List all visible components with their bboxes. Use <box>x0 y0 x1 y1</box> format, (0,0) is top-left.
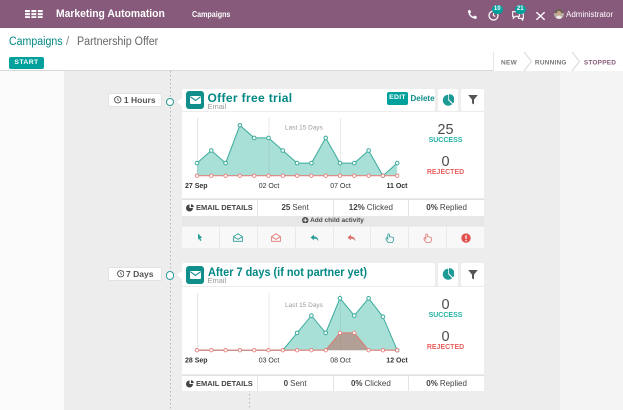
svg-text:28 Sep: 28 Sep <box>185 357 208 364</box>
svg-text:12 Oct: 12 Oct <box>386 357 408 364</box>
svg-text:STOPPED: STOPPED <box>584 60 616 67</box>
svg-text:NEW: NEW <box>501 60 518 67</box>
svg-text:Last 15 Days: Last 15 Days <box>285 302 324 309</box>
svg-text:02 Oct: 02 Oct <box>259 183 280 190</box>
svg-text:11 Oct: 11 Oct <box>386 183 408 190</box>
svg-text:03 Oct: 03 Oct <box>259 357 280 364</box>
svg-text:Last 15 Days: Last 15 Days <box>285 125 324 132</box>
svg-text:08 Oct: 08 Oct <box>330 357 351 364</box>
svg-text:07 Oct: 07 Oct <box>330 183 351 190</box>
svg-text:27 Sep: 27 Sep <box>185 183 208 190</box>
svg-text:RUNNING: RUNNING <box>535 60 567 67</box>
